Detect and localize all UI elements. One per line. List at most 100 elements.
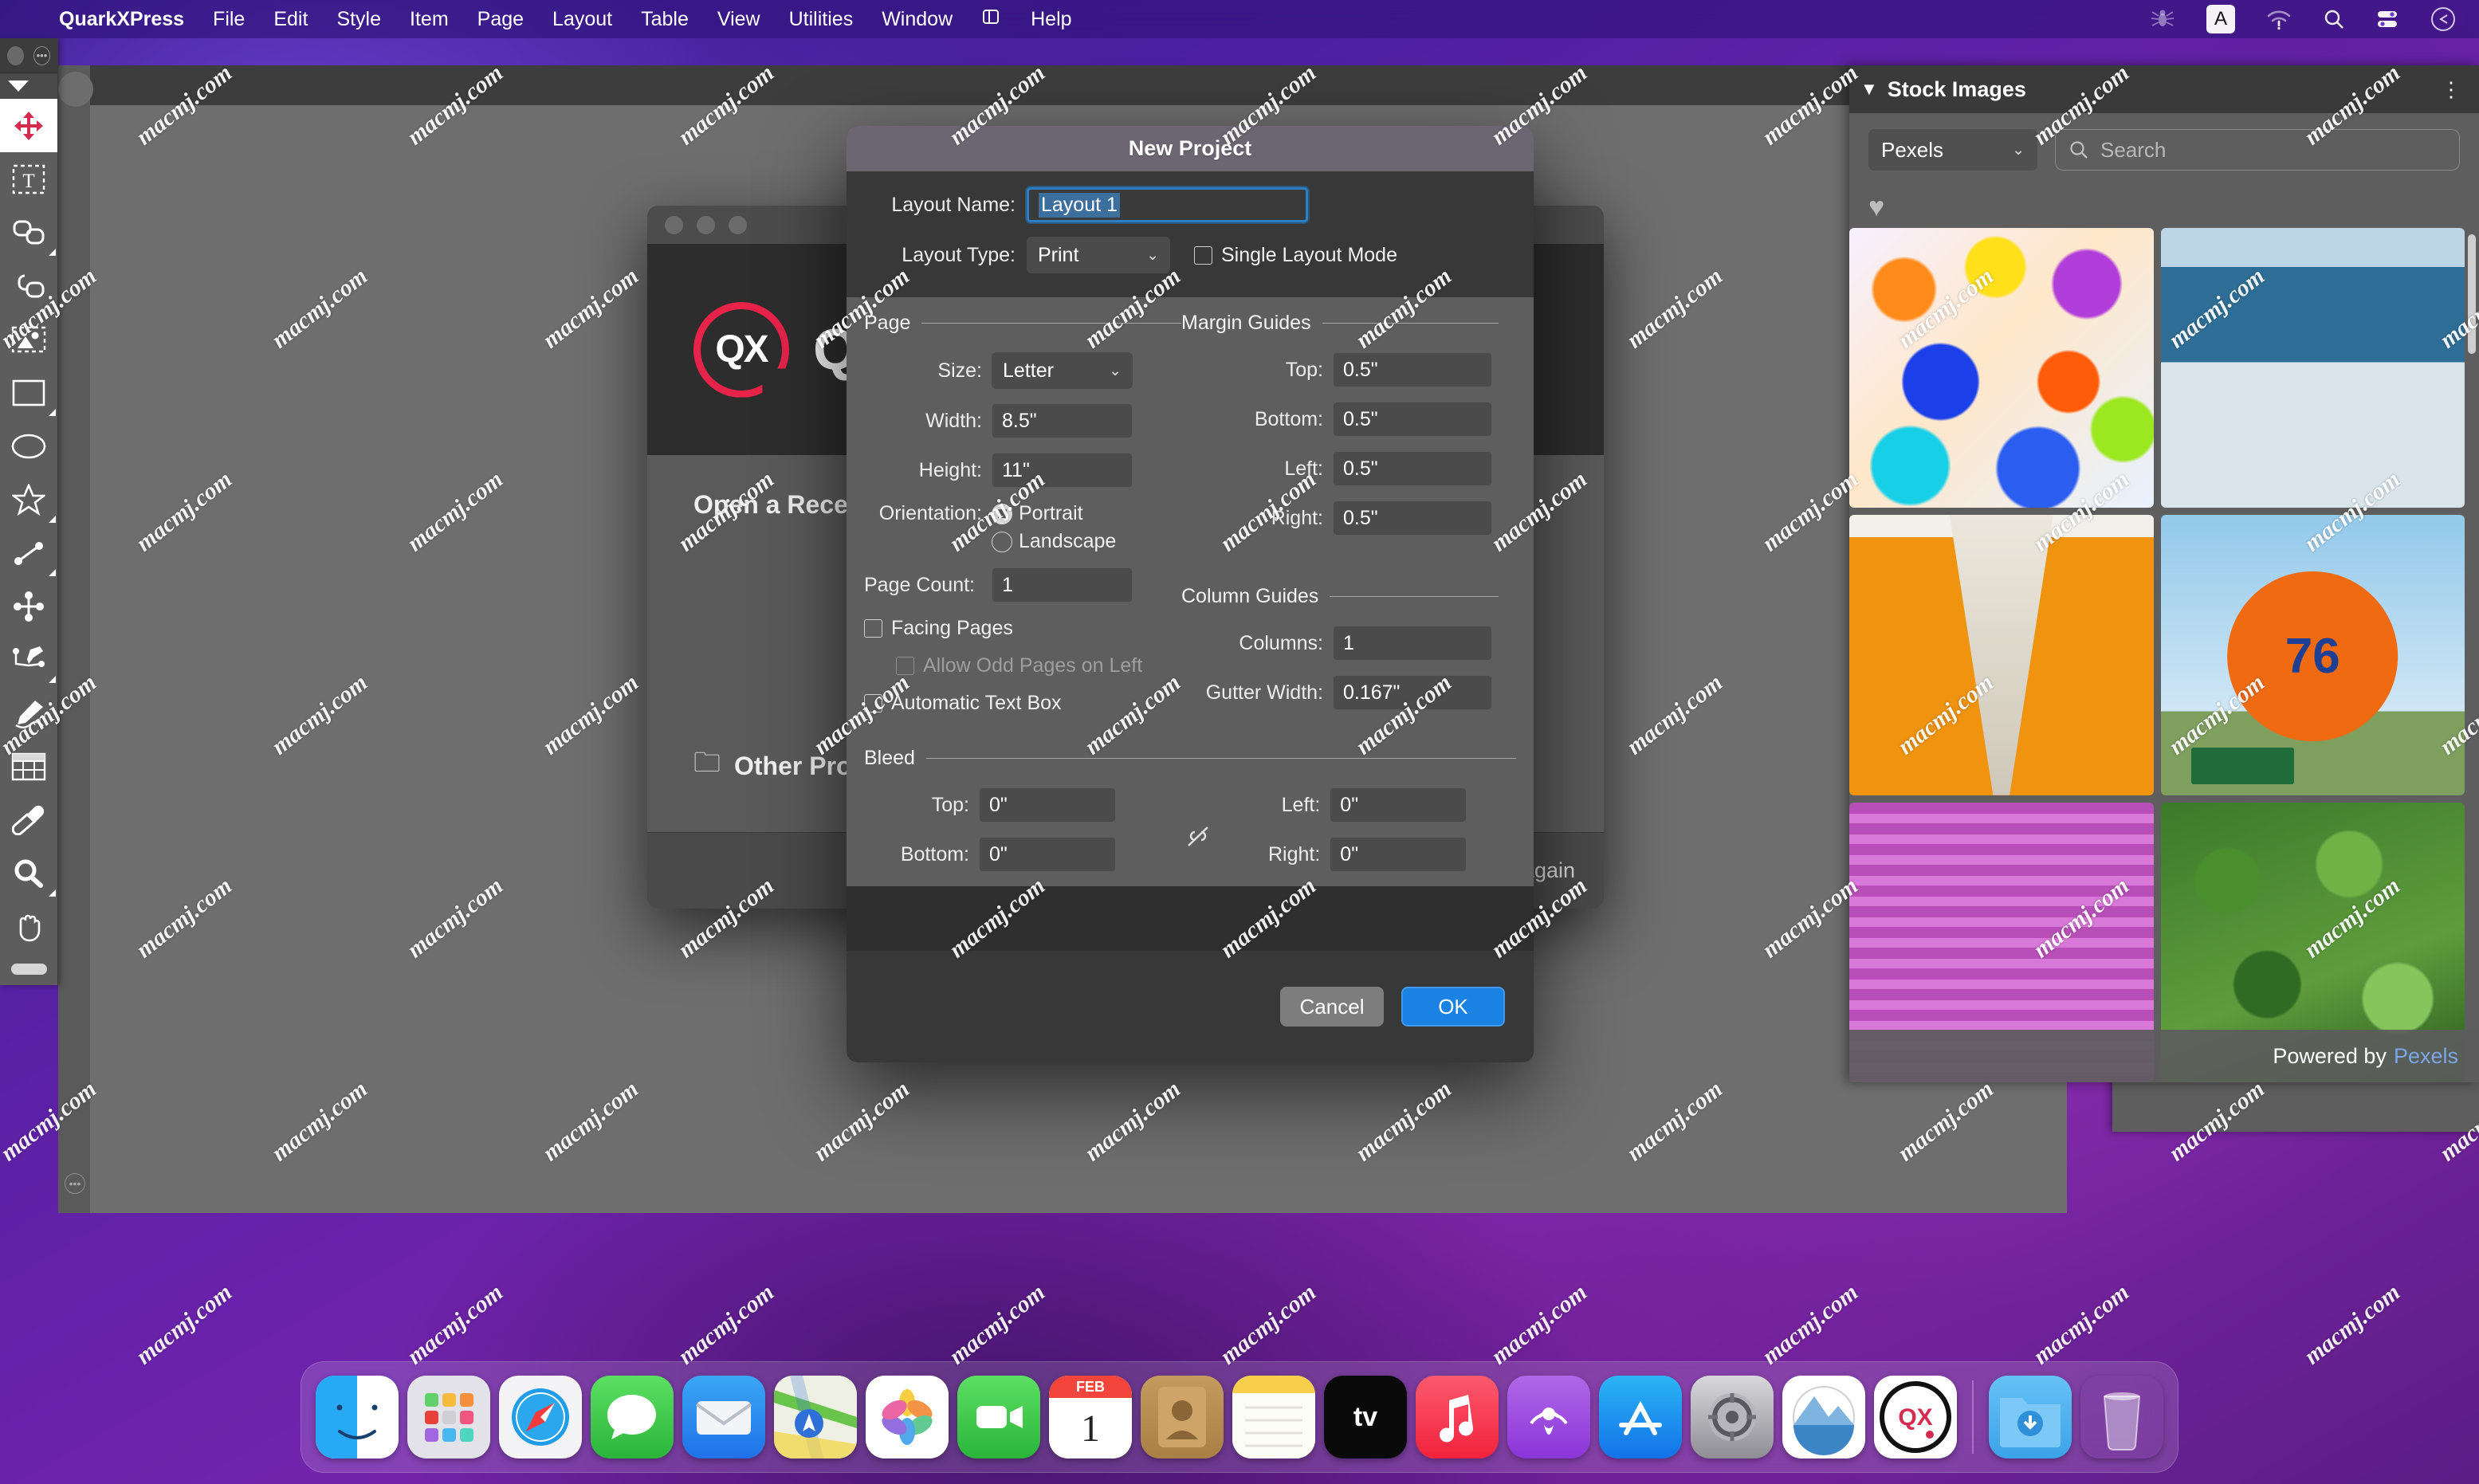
dock-app-photos[interactable] — [866, 1376, 949, 1458]
bleed-top-input[interactable]: 0" — [979, 787, 1116, 822]
page-size-select[interactable]: Letter ⌄ — [992, 352, 1133, 389]
macos-menubar[interactable]: QuarkXPress File Edit Style Item Page La… — [0, 0, 2479, 38]
menu-item-table[interactable]: Table — [627, 8, 703, 31]
dock-app-safari[interactable] — [499, 1376, 582, 1458]
tool-palette-resize-handle[interactable] — [0, 953, 57, 985]
spider-icon[interactable] — [2134, 7, 2191, 31]
menu-item-item[interactable]: Item — [395, 8, 463, 31]
bleed-left-input[interactable]: 0" — [1330, 787, 1467, 822]
dock-app-music[interactable] — [1416, 1376, 1499, 1458]
thumb-person-by-sea[interactable] — [2160, 228, 2465, 508]
dock-app-launchpad[interactable] — [407, 1376, 490, 1458]
dock-app-preview[interactable] — [1782, 1376, 1865, 1458]
dock-downloads-folder[interactable] — [1989, 1376, 2072, 1458]
search-icon[interactable] — [2308, 8, 2360, 30]
picture-content-tool[interactable] — [0, 312, 57, 366]
thumb-colorful-flowers[interactable] — [1849, 228, 2154, 508]
stock-images-grid[interactable]: 76 — [1849, 228, 2479, 1082]
dock-app-podcasts[interactable] — [1507, 1376, 1590, 1458]
canvas-options-icon[interactable]: ••• — [65, 1173, 85, 1194]
tool-palette-titlebar[interactable]: ••• — [0, 38, 57, 73]
page-height-input[interactable]: 11" — [992, 453, 1133, 488]
columns-input[interactable]: 1 — [1333, 626, 1492, 661]
dock-app-mail[interactable] — [682, 1376, 765, 1458]
stock-panel-scrollbar[interactable] — [2468, 234, 2476, 354]
menu-item-quarkxpress[interactable]: QuarkXPress — [45, 8, 198, 31]
dock-app-quarkxpress[interactable]: QX — [1874, 1376, 1957, 1458]
stock-panel-controls[interactable]: Pexels ⌄ Search — [1849, 113, 2479, 186]
window-stack-icon[interactable] — [967, 6, 1016, 33]
kebab-menu-icon[interactable]: ⋮ — [2441, 79, 2461, 100]
stock-source-select[interactable]: Pexels ⌄ — [1868, 129, 2037, 171]
page-width-input[interactable]: 8.5" — [992, 403, 1133, 438]
line-tool[interactable] — [0, 526, 57, 579]
thumb-76-gas-sign[interactable]: 76 — [2160, 515, 2465, 795]
pen-tool[interactable] — [0, 633, 57, 686]
keyboard-input-icon[interactable]: A — [2191, 5, 2250, 33]
bleed-right-input[interactable]: 0" — [1330, 837, 1467, 872]
automatic-text-box-checkbox[interactable]: Automatic Text Box — [864, 692, 1181, 715]
margin-top-input[interactable]: 0.5" — [1333, 352, 1492, 387]
heart-icon[interactable]: ♥ — [1868, 192, 1884, 223]
menu-item-view[interactable]: View — [703, 8, 775, 31]
gutter-width-input[interactable]: 0.167" — [1333, 675, 1492, 710]
allow-odd-pages-checkbox[interactable]: Allow Odd Pages on Left — [864, 654, 1181, 677]
rectangle-box-tool[interactable] — [0, 366, 57, 419]
new-project-dialog[interactable]: New Project Layout Name: Layout 1 Layout… — [847, 126, 1534, 1062]
orientation-portrait-radio[interactable]: Portrait — [992, 502, 1083, 525]
menu-item-window[interactable]: Window — [867, 8, 967, 31]
clock-icon[interactable] — [2414, 6, 2479, 33]
stock-favorites-row[interactable]: ♥ — [1849, 186, 2479, 228]
tool-palette-menu-icon[interactable]: ••• — [33, 45, 50, 65]
tool-palette[interactable]: ••• T — [0, 38, 58, 985]
menu-item-file[interactable]: File — [198, 8, 259, 31]
window-minimize-button[interactable] — [697, 215, 715, 234]
unlink-text-boxes-tool[interactable] — [0, 259, 57, 312]
menu-item-edit[interactable]: Edit — [259, 8, 322, 31]
tool-palette-close-dot[interactable] — [7, 45, 24, 65]
wifi-warning-icon[interactable] — [2250, 8, 2308, 30]
menu-item-page[interactable]: Page — [463, 8, 538, 31]
dock-app-appstore[interactable] — [1599, 1376, 1682, 1458]
ok-button[interactable]: OK — [1401, 987, 1505, 1027]
dock-app-calendar[interactable]: FEB 1 — [1049, 1376, 1132, 1458]
pexels-link[interactable]: Pexels — [2394, 1044, 2458, 1069]
control-center-icon[interactable] — [2360, 9, 2414, 29]
table-tool[interactable] — [0, 740, 57, 793]
bleed-bottom-input[interactable]: 0" — [979, 837, 1116, 872]
facing-pages-checkbox[interactable]: Facing Pages — [864, 617, 1181, 640]
margin-bottom-input[interactable]: 0.5" — [1333, 402, 1492, 437]
dock-app-contacts[interactable] — [1141, 1376, 1224, 1458]
dock-app-notes[interactable] — [1232, 1376, 1315, 1458]
dock-app-maps[interactable] — [774, 1376, 857, 1458]
pan-hand-tool[interactable] — [0, 900, 57, 953]
macos-dock[interactable]: FEB 1 tv QX — [301, 1361, 2178, 1473]
text-content-tool[interactable]: T — [0, 152, 57, 206]
eyedropper-tool[interactable] — [0, 793, 57, 846]
thumb-orange-architecture[interactable] — [1849, 515, 2154, 795]
freehand-pencil-tool[interactable] — [0, 686, 57, 740]
dock-app-messages[interactable] — [591, 1376, 674, 1458]
zoom-tool[interactable] — [0, 846, 57, 900]
page-count-input[interactable]: 1 — [992, 567, 1133, 603]
orientation-landscape-radio[interactable]: Landscape — [992, 530, 1116, 553]
layout-type-select[interactable]: Print ⌄ — [1027, 237, 1170, 273]
margin-right-input[interactable]: 0.5" — [1333, 501, 1492, 536]
dock-trash[interactable] — [2080, 1376, 2163, 1458]
item-move-tool[interactable] — [0, 99, 57, 152]
window-zoom-button[interactable] — [729, 215, 747, 234]
dock-app-appletv[interactable]: tv — [1324, 1376, 1407, 1458]
tool-palette-collapse-button[interactable] — [0, 73, 57, 99]
star-box-tool[interactable] — [0, 473, 57, 526]
stock-images-panel[interactable]: ▼ Stock Images ⋮ Pexels ⌄ Search ♥ 76 Po… — [1849, 65, 2479, 1082]
stock-panel-header[interactable]: ▼ Stock Images ⋮ — [1849, 65, 2479, 113]
menu-item-style[interactable]: Style — [322, 8, 395, 31]
dock-app-system-settings[interactable] — [1691, 1376, 1774, 1458]
bleed-link-toggle[interactable] — [1171, 787, 1224, 886]
layout-name-input[interactable]: Layout 1 — [1027, 187, 1308, 222]
stock-search-input[interactable]: Search — [2055, 129, 2460, 171]
menu-item-help[interactable]: Help — [1016, 8, 1086, 31]
dock-app-facetime[interactable] — [957, 1376, 1040, 1458]
menu-item-utilities[interactable]: Utilities — [775, 8, 868, 31]
margin-left-input[interactable]: 0.5" — [1333, 451, 1492, 486]
